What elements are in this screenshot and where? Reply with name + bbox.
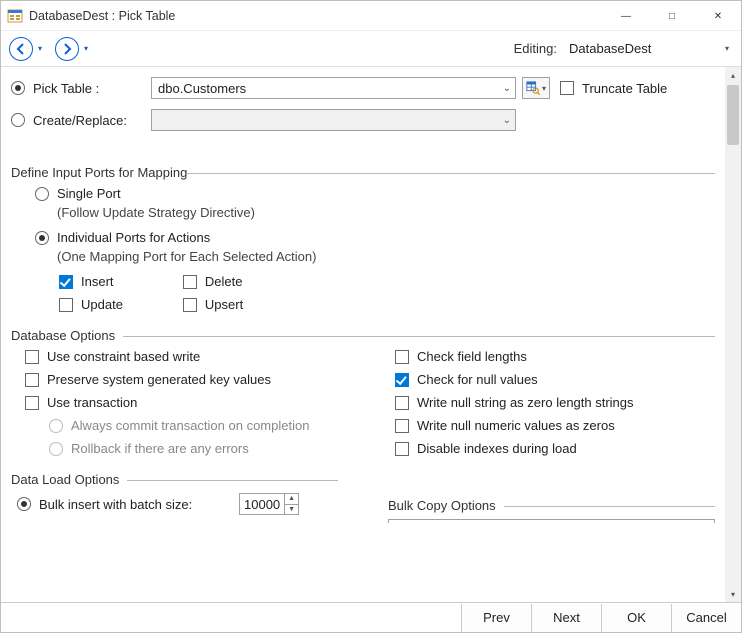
- rollback-radio: [49, 442, 63, 456]
- constraint-write-checkbox[interactable]: [25, 350, 39, 364]
- bulk-insert-radio[interactable]: [17, 497, 31, 511]
- null-numeric-checkbox[interactable]: [395, 419, 409, 433]
- batch-size-value: 10000: [240, 494, 284, 514]
- null-string-checkbox[interactable]: [395, 396, 409, 410]
- scroll-up-icon[interactable]: ▴: [725, 67, 741, 83]
- pick-table-label: Pick Table :: [33, 81, 143, 96]
- nav-back-button[interactable]: [9, 37, 33, 61]
- batch-size-spinner[interactable]: 10000 ▲ ▼: [239, 493, 299, 515]
- load-and-bulkcopy: Data Load Options Bulk insert with batch…: [11, 464, 715, 523]
- minimize-button[interactable]: —: [603, 1, 649, 31]
- window-title: DatabaseDest : Pick Table: [29, 9, 175, 23]
- editing-selector: Editing: DatabaseDest ▾: [514, 38, 733, 60]
- single-port-option: Single Port: [35, 186, 715, 201]
- create-replace-select: ⌄: [151, 109, 516, 131]
- editing-label: Editing:: [514, 41, 557, 56]
- editing-value: DatabaseDest: [569, 41, 651, 56]
- chevron-down-icon: ▾: [542, 84, 546, 93]
- spinner-up-icon[interactable]: ▲: [285, 494, 298, 505]
- cancel-button[interactable]: Cancel: [671, 604, 741, 632]
- upsert-checkbox[interactable]: [183, 298, 197, 312]
- db-options-title: Database Options: [11, 328, 715, 343]
- table-browse-button[interactable]: ▾: [522, 77, 550, 99]
- preserve-keys-checkbox[interactable]: [25, 373, 39, 387]
- db-options-columns: Use constraint based write Preserve syst…: [11, 349, 715, 464]
- individual-ports-radio[interactable]: [35, 231, 49, 245]
- window-controls: — □ ✕: [603, 1, 741, 30]
- create-replace-label: Create/Replace:: [33, 113, 143, 128]
- disable-index-label: Disable indexes during load: [417, 441, 577, 456]
- close-button[interactable]: ✕: [695, 1, 741, 31]
- null-numeric-label: Write null numeric values as zeros: [417, 418, 615, 433]
- chevron-down-icon: ⌄: [503, 83, 511, 94]
- always-commit-label: Always commit transaction on completion: [71, 418, 309, 433]
- maximize-button[interactable]: □: [649, 1, 695, 31]
- pick-table-value: dbo.Customers: [158, 81, 246, 96]
- data-load-title: Data Load Options: [11, 472, 338, 487]
- individual-ports-subtext: (One Mapping Port for Each Selected Acti…: [57, 249, 715, 264]
- delete-label: Delete: [205, 274, 243, 289]
- titlebar: DatabaseDest : Pick Table — □ ✕: [1, 1, 741, 31]
- editing-dropdown[interactable]: DatabaseDest ▾: [563, 38, 733, 60]
- null-string-label: Write null string as zero length strings: [417, 395, 634, 410]
- next-button[interactable]: Next: [531, 604, 601, 632]
- dialog-button-bar: Prev Next OK Cancel: [1, 602, 741, 632]
- individual-ports-option: Individual Ports for Actions: [35, 230, 715, 245]
- insert-checkbox[interactable]: [59, 275, 73, 289]
- use-transaction-checkbox[interactable]: [25, 396, 39, 410]
- bulk-copy-content-clipped: [388, 519, 715, 523]
- individual-ports-label: Individual Ports for Actions: [57, 230, 210, 245]
- preserve-keys-label: Preserve system generated key values: [47, 372, 271, 387]
- constraint-write-label: Use constraint based write: [47, 349, 200, 364]
- spinner-down-icon[interactable]: ▼: [285, 505, 298, 515]
- check-lengths-label: Check field lengths: [417, 349, 527, 364]
- check-nulls-checkbox[interactable]: [395, 373, 409, 387]
- vertical-scrollbar[interactable]: ▴ ▾: [725, 67, 741, 602]
- scroll-thumb[interactable]: [727, 85, 739, 145]
- chevron-down-icon: ▾: [725, 44, 729, 53]
- delete-checkbox[interactable]: [183, 275, 197, 289]
- single-port-radio[interactable]: [35, 187, 49, 201]
- app-icon: [7, 8, 23, 24]
- truncate-table-checkbox[interactable]: [560, 81, 574, 95]
- disable-index-checkbox[interactable]: [395, 442, 409, 456]
- prev-button[interactable]: Prev: [461, 604, 531, 632]
- rollback-label: Rollback if there are any errors: [71, 441, 249, 456]
- upsert-label: Upsert: [205, 297, 243, 312]
- content-area: Pick Table : dbo.Customers ⌄ ▾ Truncate …: [1, 67, 725, 602]
- input-ports-title: Define Input Ports for Mapping: [11, 165, 715, 180]
- always-commit-radio: [49, 419, 63, 433]
- toolbar: ▾ ▾ Editing: DatabaseDest ▾: [1, 31, 741, 67]
- bulk-copy-title: Bulk Copy Options: [388, 498, 715, 513]
- check-nulls-label: Check for null values: [417, 372, 538, 387]
- update-checkbox[interactable]: [59, 298, 73, 312]
- create-replace-radio[interactable]: [11, 113, 25, 127]
- check-lengths-checkbox[interactable]: [395, 350, 409, 364]
- nav-back-dropdown[interactable]: ▾: [35, 37, 45, 61]
- ok-button[interactable]: OK: [601, 604, 671, 632]
- pick-table-select[interactable]: dbo.Customers ⌄: [151, 77, 516, 99]
- single-port-subtext: (Follow Update Strategy Directive): [57, 205, 715, 220]
- nav-forward-dropdown[interactable]: ▾: [81, 37, 91, 61]
- truncate-table-label: Truncate Table: [582, 81, 667, 96]
- nav-forward-button[interactable]: [55, 37, 79, 61]
- update-label: Update: [81, 297, 123, 312]
- action-checkboxes: Insert Update Delete Upsert: [59, 274, 715, 320]
- create-replace-row: Create/Replace: ⌄: [11, 109, 715, 131]
- pick-table-row: Pick Table : dbo.Customers ⌄ ▾ Truncate …: [11, 77, 715, 99]
- use-transaction-label: Use transaction: [47, 395, 137, 410]
- scroll-down-icon[interactable]: ▾: [725, 586, 741, 602]
- chevron-down-icon: ⌄: [503, 115, 511, 126]
- pick-table-radio[interactable]: [11, 81, 25, 95]
- bulk-insert-label: Bulk insert with batch size:: [39, 497, 239, 512]
- insert-label: Insert: [81, 274, 114, 289]
- single-port-label: Single Port: [57, 186, 121, 201]
